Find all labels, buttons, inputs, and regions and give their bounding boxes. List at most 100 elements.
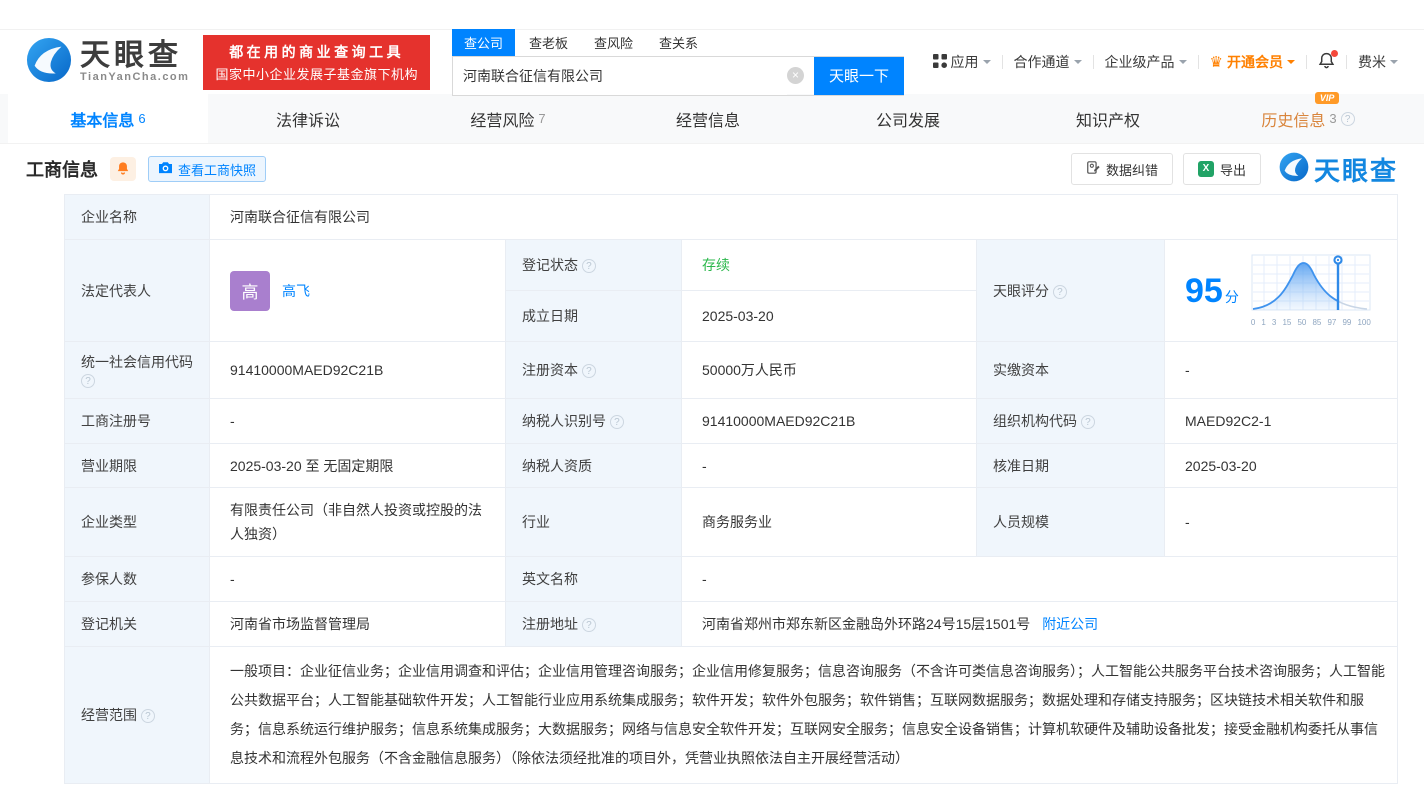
company-type-value: 有限责任公司（非自然人投资或控股的法人独资）	[230, 502, 482, 542]
help-icon[interactable]: ?	[582, 364, 596, 378]
score-axis-ticks: 0131550859799100	[1251, 318, 1371, 327]
tab-intellectual-property[interactable]: 知识产权	[1008, 94, 1208, 143]
help-icon[interactable]: ?	[582, 618, 596, 632]
legal-rep-link[interactable]: 高飞	[282, 281, 310, 301]
business-scope-value: 一般项目：企业征信业务；企业信用调查和评估；企业信用管理咨询服务；企业信用修复服…	[230, 663, 1385, 766]
english-name-value: -	[702, 571, 707, 587]
chevron-down-icon	[983, 60, 991, 68]
help-icon[interactable]: ?	[141, 709, 155, 723]
export-button[interactable]: X 导出	[1183, 153, 1261, 185]
help-icon[interactable]: ?	[81, 374, 95, 388]
avatar[interactable]: 高	[230, 271, 270, 311]
top-strip	[0, 0, 1424, 30]
company-name-value: 河南联合征信有限公司	[230, 209, 370, 225]
data-correction-button[interactable]: 数据纠错	[1071, 153, 1173, 185]
nav-vip-label: 开通会员	[1227, 52, 1283, 72]
reg-status-label: 登记状态	[522, 257, 578, 273]
watermark-logo: 天眼查	[1279, 151, 1398, 188]
help-icon[interactable]: ?	[582, 259, 596, 273]
monitor-bell-button[interactable]	[110, 157, 136, 181]
apps-grid-icon	[933, 54, 947, 71]
business-term-label: 营业期限	[81, 458, 137, 474]
nav-enterprise[interactable]: 企业级产品	[1105, 52, 1187, 72]
org-code-value: MAED92C2-1	[1185, 413, 1271, 429]
table-row: 工商注册号 - 纳税人识别号 ? 91410000MAED92C21B 组织机构…	[65, 399, 1398, 444]
help-icon[interactable]: ?	[1053, 285, 1067, 299]
brand-name: 天眼查	[80, 41, 189, 71]
table-row: 企业名称 河南联合征信有限公司	[65, 195, 1398, 240]
tab-legal[interactable]: 法律诉讼	[208, 94, 408, 143]
nav-vip[interactable]: ♛ 开通会员	[1210, 52, 1295, 72]
reg-authority-value: 河南省市场监督管理局	[230, 616, 370, 632]
taxpayer-id-value: 91410000MAED92C21B	[702, 413, 855, 429]
taxpayer-quality-label: 纳税人资质	[522, 458, 592, 474]
english-name-label: 英文名称	[522, 571, 578, 587]
help-icon[interactable]: ?	[610, 415, 624, 429]
top-nav: 应用 合作通道 企业级产品 ♛ 开通会员 费米	[933, 52, 1398, 72]
tab-count: 7	[538, 111, 545, 126]
reg-address-label: 注册地址	[522, 616, 578, 632]
help-icon[interactable]: ?	[1341, 112, 1355, 126]
paid-capital-label: 实缴资本	[993, 362, 1049, 378]
table-row: 登记机关 河南省市场监督管理局 注册地址 ? 河南省郑州市郑东新区金融岛外环路2…	[65, 602, 1398, 647]
eye-logo-icon	[1279, 152, 1309, 187]
tab-label: 知识产权	[1076, 107, 1140, 131]
nav-user-label: 费米	[1358, 52, 1386, 72]
score-value: 95	[1185, 272, 1223, 310]
tianyancha-logo[interactable]: 天眼查 TianYanCha.com	[26, 37, 189, 88]
tab-operating-risk[interactable]: 经营风险 7	[408, 94, 608, 143]
tab-label: 公司发展	[876, 107, 940, 131]
bell-icon	[116, 161, 130, 178]
search-tab-relation[interactable]: 查关系	[647, 29, 710, 56]
reg-authority-label: 登记机关	[81, 616, 137, 632]
org-code-label: 组织机构代码	[993, 413, 1077, 429]
taxpayer-quality-value: -	[702, 458, 707, 474]
help-icon[interactable]: ?	[1081, 415, 1095, 429]
credit-code-label: 统一社会信用代码	[81, 354, 193, 370]
approval-date-label: 核准日期	[993, 458, 1049, 474]
tab-history-info[interactable]: 历史信息 VIP 3 ?	[1208, 94, 1408, 143]
search-area: 查公司 查老板 查风险 查关系 × 天眼一下	[452, 29, 904, 96]
reg-number-value: -	[230, 413, 235, 429]
eye-logo-icon	[26, 37, 72, 88]
tab-label: 法律诉讼	[276, 107, 340, 131]
nav-partner[interactable]: 合作通道	[1014, 52, 1082, 72]
table-row: 经营范围 ? 一般项目：企业征信业务；企业信用调查和评估；企业信用管理咨询服务；…	[65, 647, 1398, 784]
nearby-companies-link[interactable]: 附近公司	[1042, 616, 1098, 632]
nav-enterprise-label: 企业级产品	[1105, 52, 1175, 72]
business-scope-label: 经营范围	[81, 707, 137, 723]
tianyan-score: 95分	[1185, 250, 1387, 331]
taxpayer-id-label: 纳税人识别号	[522, 413, 606, 429]
chevron-down-icon	[1074, 60, 1082, 68]
est-date-value: 2025-03-20	[702, 308, 774, 324]
industry-value: 商务服务业	[702, 514, 772, 530]
tab-business-info[interactable]: 经营信息	[608, 94, 808, 143]
reg-address-value: 河南省郑州市郑东新区金融岛外环路24号15层1501号	[702, 616, 1030, 632]
company-type-label: 企业类型	[81, 514, 137, 530]
tab-company-development[interactable]: 公司发展	[808, 94, 1008, 143]
tab-count: 3	[1329, 111, 1336, 126]
search-input[interactable]	[453, 57, 787, 95]
search-button[interactable]: 天眼一下	[814, 57, 904, 95]
business-term-value: 2025-03-20 至 无固定期限	[230, 458, 393, 474]
search-tab-risk[interactable]: 查风险	[582, 29, 645, 56]
section-header: 工商信息 查看工商快照 数据纠错 X 导出 天眼查	[0, 144, 1424, 194]
search-tab-company[interactable]: 查公司	[452, 29, 515, 56]
notification-bell-icon[interactable]	[1318, 52, 1335, 72]
company-name-label: 企业名称	[81, 209, 137, 225]
tab-basic-info[interactable]: 基本信息6	[8, 94, 208, 143]
export-label: 导出	[1220, 160, 1246, 179]
search-tab-boss[interactable]: 查老板	[517, 29, 580, 56]
clear-icon[interactable]: ×	[787, 67, 804, 84]
tab-label: 经营风险	[470, 107, 534, 131]
tab-label: 历史信息	[1261, 113, 1325, 130]
company-tabbar: 基本信息6 法律诉讼 经营风险 7 经营信息 公司发展 知识产权 历史信息 VIP…	[0, 94, 1424, 144]
industry-label: 行业	[522, 514, 550, 530]
nav-user[interactable]: 费米	[1358, 52, 1398, 72]
promo-line1: 都在用的商业查询工具	[215, 42, 418, 62]
watermark-text: 天眼查	[1314, 151, 1398, 188]
promo-banner: 都在用的商业查询工具 国家中小企业发展子基金旗下机构	[203, 35, 430, 90]
nav-apps[interactable]: 应用	[933, 52, 991, 72]
reg-status-value: 存续	[702, 257, 730, 273]
snapshot-button[interactable]: 查看工商快照	[148, 156, 266, 182]
